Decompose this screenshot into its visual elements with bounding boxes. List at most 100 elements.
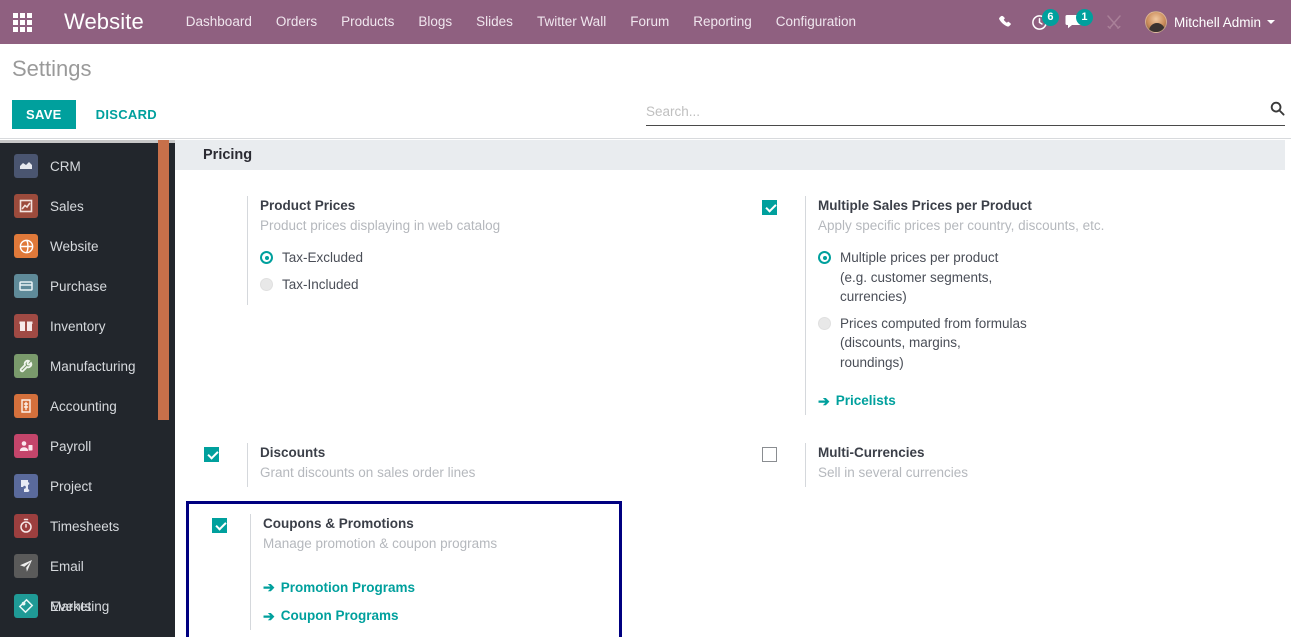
menu-item-configuration[interactable]: Configuration (764, 0, 868, 44)
settings-col-right: Multiple Sales Prices per Product Apply … (733, 196, 1291, 415)
setting-title: Multi-Currencies (818, 444, 925, 460)
timesheets-stopwatch-icon (14, 514, 38, 538)
app-brand-title[interactable]: Website (64, 9, 144, 35)
sidebar-item-accounting[interactable]: Accounting (0, 386, 158, 426)
radio-label: Tax-Excluded (282, 250, 364, 265)
navbar-systray: 6 1 Mitchell Admin (989, 0, 1291, 44)
sidebar-item-website[interactable]: Website (0, 226, 158, 266)
clock-activity-icon[interactable]: 6 (1023, 0, 1059, 44)
sidebar-item-label: Website (50, 238, 99, 254)
accounting-invoice-icon (14, 394, 38, 418)
pricelists-link[interactable]: ➔ Pricelists (818, 393, 896, 408)
sidebar-item-project[interactable]: Project (0, 466, 158, 506)
sidebar-item-label: Accounting (50, 398, 117, 414)
radio-icon-unselected[interactable] (260, 277, 273, 291)
payroll-person-icon (14, 434, 38, 458)
searchview[interactable] (646, 100, 1285, 126)
setting-title: Multiple Sales Prices per Product (818, 198, 1032, 213)
setting-description: Apply specific prices per country, disco… (818, 218, 1105, 233)
menu-item-dashboard[interactable]: Dashboard (174, 0, 264, 44)
menu-item-orders[interactable]: Orders (264, 0, 329, 44)
user-menu[interactable]: Mitchell Admin (1141, 0, 1279, 44)
menu-item-forum[interactable]: Forum (618, 0, 681, 44)
arrow-right-icon: ➔ (263, 579, 275, 595)
product-prices-body: Product Prices Product prices displaying… (247, 196, 733, 305)
sidebar-app-list: CRM Sales Website Purchase Inventory Man… (0, 146, 158, 626)
sidebar-item-crm[interactable]: CRM (0, 146, 158, 186)
coupons-checkbox-cell (189, 514, 250, 533)
menu-item-slides[interactable]: Slides (464, 0, 525, 44)
settings-sidebar: CRM Sales Website Purchase Inventory Man… (0, 140, 175, 637)
settings-col-right-2: Multi-Currencies Sell in several currenc… (733, 442, 1291, 487)
menu-item-twitter-wall[interactable]: Twitter Wall (525, 0, 618, 44)
setting-description: Sell in several currencies (818, 464, 969, 480)
radio-tax-included[interactable]: Tax-Included (260, 275, 733, 295)
search-input[interactable] (646, 103, 1262, 122)
inventory-box-icon (14, 314, 38, 338)
multi-currencies-body: Multi-Currencies Sell in several currenc… (805, 442, 1291, 487)
sidebar-item-label: Sales (50, 198, 84, 214)
sidebar-scrollbar[interactable] (0, 140, 175, 143)
sidebar-item-label: Purchase (50, 278, 108, 294)
user-avatar (1144, 11, 1167, 33)
discounts-checkbox-cell (175, 443, 247, 462)
radio-label: Tax-Included (282, 276, 359, 292)
setting-title: Product Prices (260, 198, 356, 213)
phone-icon[interactable] (989, 0, 1023, 44)
apps-grid-icon[interactable] (0, 0, 44, 44)
sidebar-item-label: Timesheets (50, 518, 120, 534)
setting-coupons-promotions: Coupons & Promotions Manage promotion & … (189, 513, 619, 630)
radio-tax-excluded[interactable]: Tax-Excluded (260, 248, 733, 268)
chat-bubble-icon[interactable]: 1 (1057, 0, 1093, 44)
messages-count-badge: 1 (1075, 9, 1093, 26)
sidebar-item-manufacturing[interactable]: Manufacturing (0, 346, 158, 386)
promotion-programs-link[interactable]: ➔ Promotion Programs (263, 580, 415, 595)
wrench-tools-icon[interactable] (1097, 0, 1131, 44)
sidebar-item-label: CRM (50, 158, 81, 174)
radio-icon-selected[interactable] (260, 251, 273, 264)
top-navbar: Website Dashboard Orders Products Blogs … (0, 0, 1291, 44)
setting-discounts: Discounts Grant discounts on sales order… (175, 442, 733, 487)
radio-icon-selected[interactable] (818, 251, 831, 264)
product-prices-checkbox-cell (175, 196, 247, 200)
discounts-body: Discounts Grant discounts on sales order… (247, 442, 733, 487)
multiple-sales-prices-radio-group: Multiple prices per product (e.g. custom… (818, 248, 1291, 372)
sidebar-item-label: Project (50, 478, 93, 494)
link-label: Pricelists (835, 393, 896, 408)
radio-label: Prices computed from formulas (discounts… (840, 315, 1027, 370)
radio-prices-computed[interactable]: Prices computed from formulas (discounts… (818, 314, 1028, 373)
sidebar-item-sales[interactable]: Sales (0, 186, 158, 226)
menu-item-reporting[interactable]: Reporting (681, 0, 764, 44)
sales-chart-icon (14, 194, 38, 218)
settings-row-2: Discounts Grant discounts on sales order… (175, 442, 1291, 487)
multi-currencies-checkbox[interactable] (761, 446, 777, 462)
setting-multiple-sales-prices: Multiple Sales Prices per Product Apply … (733, 196, 1291, 415)
coupon-programs-link[interactable]: ➔ Coupon Programs (263, 608, 399, 623)
sidebar-item-purchase[interactable]: Purchase (0, 266, 158, 306)
sidebar-item-label: Events Marketing (50, 599, 109, 614)
section-header-pricing: Pricing (175, 140, 1285, 170)
setting-title: Discounts (260, 444, 326, 460)
settings-row-3: Coupons & Promotions Manage promotion & … (175, 500, 1291, 637)
menu-item-blogs[interactable]: Blogs (406, 0, 464, 44)
discard-button[interactable]: DISCARD (82, 100, 171, 129)
sidebar-item-timesheets[interactable]: Timesheets (0, 506, 158, 546)
arrow-right-icon: ➔ (263, 607, 275, 624)
coupons-promotions-checkbox[interactable] (212, 517, 227, 533)
sidebar-item-payroll[interactable]: Payroll (0, 426, 158, 466)
discounts-checkbox[interactable] (203, 446, 219, 462)
sidebar-item-inventory[interactable]: Inventory (0, 306, 158, 346)
multiple-sales-prices-checkbox[interactable] (761, 200, 777, 215)
control-panel: Settings SAVE DISCARD (0, 44, 1291, 139)
sidebar-item-email[interactable]: Email (0, 546, 158, 586)
sidebar-item-label-overlap: Events (50, 598, 92, 614)
page-title: Settings (12, 56, 92, 81)
sidebar-item-marketing[interactable]: Events Marketing (0, 586, 158, 626)
save-button[interactable]: SAVE (12, 100, 76, 129)
search-icon[interactable] (1270, 101, 1285, 124)
setting-title: Coupons & Promotions (263, 515, 414, 531)
radio-icon-unselected[interactable] (818, 316, 831, 330)
radio-multiple-prices[interactable]: Multiple prices per product (e.g. custom… (818, 248, 1028, 307)
menu-item-products[interactable]: Products (329, 0, 406, 44)
settings-content: Pricing Product Prices Product prices di… (175, 140, 1291, 637)
